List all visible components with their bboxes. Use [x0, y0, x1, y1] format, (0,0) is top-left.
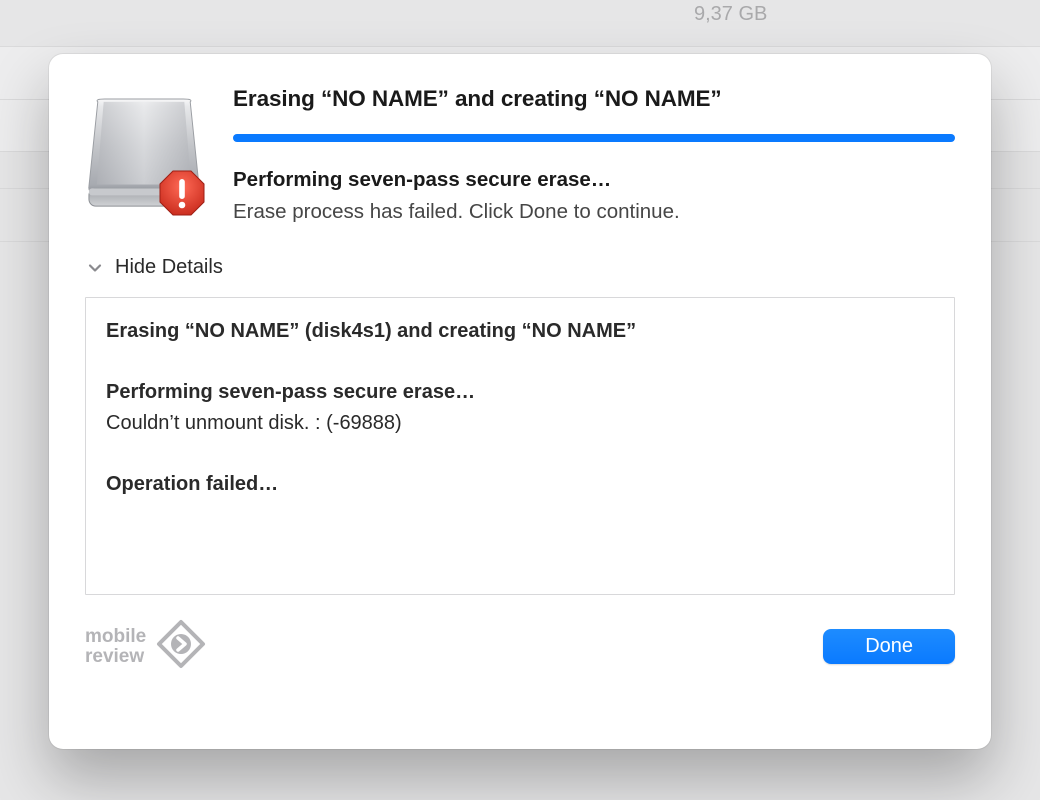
message-text: Erase process has failed. Click Done to … [233, 200, 955, 224]
log-line: Operation failed… [106, 469, 934, 500]
hide-details-toggle[interactable]: Hide Details [85, 256, 955, 279]
done-button[interactable]: Done [823, 629, 955, 664]
dialog-title: Erasing “NO NAME” and creating “NO NAME” [233, 86, 955, 112]
status-text: Performing seven-pass secure erase… [233, 168, 955, 192]
diamond-arrow-icon [156, 619, 206, 674]
details-log: Erasing “NO NAME” (disk4s1) and creating… [85, 297, 955, 595]
progress-bar [233, 134, 955, 142]
alert-octagon-icon [157, 168, 207, 218]
log-line: Performing seven-pass secure erase… [106, 377, 934, 408]
chevron-down-icon [87, 260, 103, 276]
log-line: Couldn’t unmount disk. : (-69888) [106, 408, 934, 439]
disk-icon [85, 86, 205, 214]
watermark-line1: mobile [85, 627, 146, 647]
details-toggle-label: Hide Details [115, 256, 223, 279]
background-size-text: 9,37 GB [694, 3, 767, 26]
erase-dialog-sheet: Erasing “NO NAME” and creating “NO NAME”… [49, 54, 991, 749]
watermark-line2: review [85, 647, 146, 667]
watermark: mobile review [85, 619, 206, 674]
log-line: Erasing “NO NAME” (disk4s1) and creating… [106, 316, 934, 347]
